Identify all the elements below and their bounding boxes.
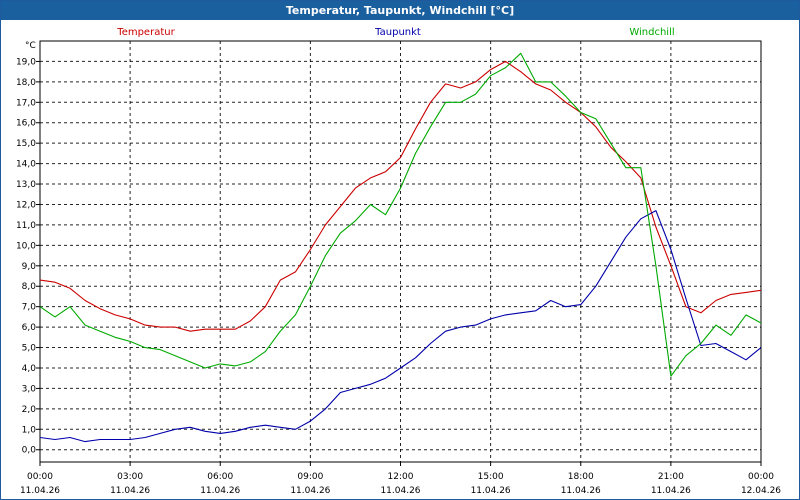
x-tick-label-time: 09:00 [297, 472, 323, 482]
chart-window: Temperatur, Taupunkt, Windchill [°C] 0,0… [0, 0, 800, 500]
x-tick-label-date: 11.04.26 [290, 486, 330, 496]
y-tick-label: 1,0 [22, 425, 37, 435]
y-tick-label: 12,0 [16, 200, 36, 210]
x-tick-label-time: 21:00 [658, 472, 684, 482]
x-tick-label-time: 18:00 [568, 472, 594, 482]
x-tick-label-time: 03:00 [117, 472, 143, 482]
y-tick-label: 0,0 [22, 446, 37, 456]
x-tick-label-date: 11.04.26 [380, 486, 420, 496]
y-tick-label: 15,0 [16, 139, 36, 149]
y-tick-label: 4,0 [22, 364, 37, 374]
line-chart: 0,0 1,0 2,0 3,0 4,0 5,0 6,0 7,0 8,0 9,0 10,0 11,0 12… [16, 27, 781, 496]
y-tick-label: 18,0 [16, 78, 36, 88]
y-tick-label: 19,0 [16, 57, 36, 67]
y-tick-label: 17,0 [16, 98, 36, 108]
y-tick-label: 14,0 [16, 160, 36, 170]
y-tick-label: 16,0 [16, 119, 36, 129]
y-tick-label: 9,0 [22, 262, 37, 272]
x-tick-label-date: 11.04.26 [651, 486, 691, 496]
x-tick-label-date: 11.04.26 [471, 486, 511, 496]
x-tick-label-date: 11.04.26 [561, 486, 601, 496]
x-tick-label-time: 12:00 [388, 472, 414, 482]
x-tick-label-date: 12.04.26 [741, 486, 781, 496]
y-tick-label: 10,0 [16, 241, 36, 251]
x-tick-label-time: 00:00 [27, 472, 53, 482]
x-tick-label-time: 06:00 [207, 472, 233, 482]
legend-taupunkt: Taupunkt [374, 27, 421, 38]
y-axis: 0,0 1,0 2,0 3,0 4,0 5,0 6,0 7,0 8,0 9,0 10,0 11,0 12… [16, 57, 40, 456]
x-axis: 00:00 11.04.26 03:00 11.04.26 06:00 11.04.26 0… [20, 462, 781, 496]
y-tick-label: 13,0 [16, 180, 36, 190]
y-tick-label: 8,0 [22, 282, 37, 292]
legend-windchill: Windchill [629, 27, 674, 38]
y-tick-label: 3,0 [22, 384, 37, 394]
x-tick-label-time: 00:00 [748, 472, 774, 482]
legend-temperatur: Temperatur [116, 27, 175, 38]
y-tick-label: 2,0 [22, 405, 37, 415]
y-axis-label: °C [25, 41, 36, 51]
x-tick-label-date: 11.04.26 [110, 486, 150, 496]
y-tick-label: 5,0 [22, 344, 37, 354]
y-tick-label: 11,0 [16, 221, 36, 231]
y-tick-label: 7,0 [22, 303, 37, 313]
x-tick-label-time: 15:00 [478, 472, 504, 482]
x-tick-label-date: 11.04.26 [200, 486, 240, 496]
x-tick-label-date: 11.04.26 [20, 486, 60, 496]
y-tick-label: 6,0 [22, 323, 37, 333]
